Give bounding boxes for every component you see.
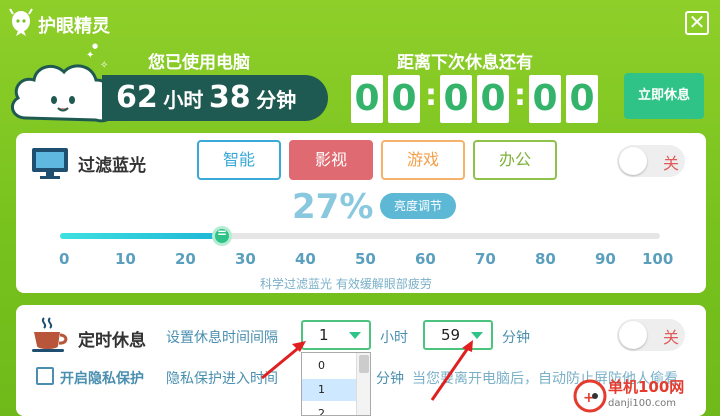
countdown-digit: 0	[351, 75, 383, 123]
countdown-digit: 0	[440, 75, 472, 123]
countdown-digit: 0	[566, 75, 598, 123]
interval-hours-value: 1	[319, 326, 329, 344]
mode-office-button[interactable]: 办公	[473, 140, 557, 180]
privacy-checkbox-label: 开启隐私保护	[60, 371, 144, 387]
slider-tick-label: 0	[59, 250, 70, 268]
countdown-digit: 0	[529, 75, 561, 123]
usage-hours: 62	[116, 80, 158, 115]
privacy-unit: 分钟	[376, 371, 404, 387]
usage-minutes: 38	[208, 80, 251, 115]
slider-tick-label: 90	[595, 250, 616, 268]
chevron-down-icon	[349, 332, 361, 339]
app-title: 护眼精灵	[38, 16, 110, 37]
dropdown-option-selected[interactable]: 1	[302, 379, 357, 401]
brightness-button[interactable]: 亮度调节	[380, 193, 456, 219]
blue-light-title: 过滤蓝光	[78, 156, 146, 176]
chevron-down-icon	[471, 332, 483, 339]
countdown-title: 距离下次休息还有	[397, 53, 533, 73]
privacy-desc: 隐私保护进入时间	[166, 371, 278, 387]
countdown-colon: :	[514, 78, 526, 113]
slider-tick-label: 30	[235, 250, 256, 268]
slider-tick-label: 10	[115, 250, 136, 268]
interval-minutes-value: 59	[441, 326, 461, 344]
countdown-digit: 0	[477, 75, 509, 123]
countdown-colon: :	[425, 78, 437, 113]
sparkle-icon: ●	[92, 42, 99, 50]
slider-tick-label: 70	[475, 250, 496, 268]
blue-light-toggle[interactable]: 关	[617, 145, 685, 177]
rest-now-button[interactable]: 立即休息	[624, 73, 704, 119]
toggle-label: 关	[663, 154, 680, 173]
slider-tick-label: 60	[415, 250, 436, 268]
filter-slider-thumb[interactable]	[212, 226, 232, 246]
mode-movie-button[interactable]: 影视	[289, 140, 373, 180]
slider-tick-label: 100	[642, 250, 674, 268]
privacy-checkbox[interactable]	[36, 367, 54, 385]
usage-minutes-unit: 分钟	[256, 88, 297, 112]
watermark-name: 单机100网	[608, 378, 685, 396]
coffee-cup-icon	[32, 317, 68, 352]
filter-slider-fill	[60, 233, 222, 239]
countdown-digit: 0	[388, 75, 420, 123]
usage-hours-unit: 小时	[163, 88, 204, 112]
monitor-icon	[32, 148, 68, 179]
title-bar: 护眼精灵 ✕	[0, 0, 720, 46]
sparkle-icon: ✧	[100, 60, 109, 71]
toggle-label: 关	[663, 328, 680, 347]
dropdown-option[interactable]: 0	[302, 355, 357, 377]
app-logo-icon	[9, 8, 33, 36]
interval-hours-select[interactable]: 1	[301, 320, 371, 350]
watermark-url: danji100.com	[608, 398, 676, 409]
toggle-knob	[619, 147, 647, 175]
close-button[interactable]: ✕	[685, 11, 709, 35]
interval-minutes-select[interactable]: 59	[423, 320, 493, 350]
filter-percent: 27%	[292, 187, 374, 227]
toggle-knob	[619, 321, 647, 349]
timed-rest-toggle[interactable]: 关	[617, 319, 685, 351]
dropdown-option[interactable]: 2	[302, 403, 357, 415]
slider-tick-label: 20	[175, 250, 196, 268]
hours-dropdown-list[interactable]: 0 1 2	[301, 352, 371, 416]
dropdown-scrollbar[interactable]	[356, 353, 370, 415]
usage-title: 您已使用电脑	[148, 53, 250, 73]
mode-game-button[interactable]: 游戏	[381, 140, 465, 180]
usage-duration: 62 小时 38 分钟	[116, 80, 296, 115]
filter-slider-track[interactable]	[60, 233, 660, 239]
interval-minutes-unit: 分钟	[502, 330, 530, 346]
slider-tick-label: 40	[295, 250, 316, 268]
slider-tick-label: 80	[535, 250, 556, 268]
scrollbar-thumb[interactable]	[359, 355, 369, 373]
interval-hours-unit: 小时	[380, 330, 408, 346]
slider-tick-label: 50	[355, 250, 376, 268]
mode-smart-button[interactable]: 智能	[197, 140, 281, 180]
sparkle-icon: ✦	[86, 50, 95, 61]
timed-rest-title: 定时休息	[78, 331, 146, 351]
interval-label: 设置休息时间间隔	[166, 330, 278, 346]
filter-hint: 科学过滤蓝光 有效缓解眼部疲劳	[260, 277, 432, 291]
